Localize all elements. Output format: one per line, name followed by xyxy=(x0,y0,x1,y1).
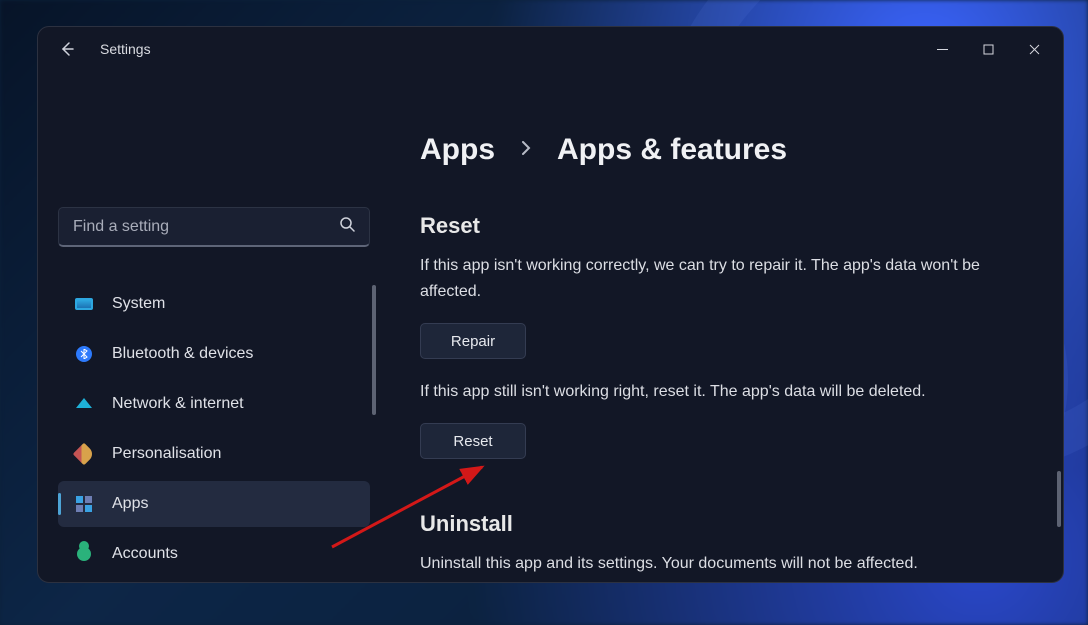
reset-description: If this app still isn't working right, r… xyxy=(420,379,980,405)
sidebar-item-personalisation[interactable]: Personalisation xyxy=(58,431,370,477)
breadcrumb: Apps Apps & features xyxy=(420,133,1013,167)
maximize-icon xyxy=(983,44,994,55)
sidebar-scrollbar[interactable] xyxy=(372,285,376,415)
sidebar-item-network[interactable]: Network & internet xyxy=(58,381,370,427)
uninstall-description: Uninstall this app and its settings. You… xyxy=(420,551,980,577)
repair-description: If this app isn't working correctly, we … xyxy=(420,253,980,305)
sidebar-item-label: Bluetooth & devices xyxy=(112,345,253,363)
brush-icon xyxy=(74,444,94,464)
window-controls xyxy=(919,34,1057,64)
uninstall-section-title: Uninstall xyxy=(420,511,1013,537)
wifi-icon xyxy=(74,394,94,414)
repair-button[interactable]: Repair xyxy=(420,323,526,359)
breadcrumb-apps[interactable]: Apps xyxy=(420,133,495,167)
search-box[interactable] xyxy=(58,207,370,247)
reset-section-title: Reset xyxy=(420,213,1013,239)
close-icon xyxy=(1029,44,1040,55)
sidebar-item-label: Personalisation xyxy=(112,445,221,463)
sidebar-item-bluetooth[interactable]: Bluetooth & devices xyxy=(58,331,370,377)
breadcrumb-apps-features[interactable]: Apps & features xyxy=(557,133,787,167)
nav-list: System Bluetooth & devices Network & int… xyxy=(58,281,370,581)
system-icon xyxy=(74,294,94,314)
back-button[interactable] xyxy=(52,34,82,64)
main-content: Apps Apps & features Reset If this app i… xyxy=(390,71,1063,582)
sidebar-item-apps[interactable]: Apps xyxy=(58,481,370,527)
app-title: Settings xyxy=(100,41,151,57)
minimize-button[interactable] xyxy=(919,34,965,64)
titlebar: Settings xyxy=(38,27,1063,71)
sidebar: System Bluetooth & devices Network & int… xyxy=(38,71,390,582)
search-icon xyxy=(339,216,355,237)
sidebar-item-accounts[interactable]: Accounts xyxy=(58,531,370,577)
maximize-button[interactable] xyxy=(965,34,1011,64)
reset-button[interactable]: Reset xyxy=(420,423,526,459)
settings-window: Settings xyxy=(37,26,1064,583)
sidebar-item-label: System xyxy=(112,295,165,313)
back-arrow-icon xyxy=(59,41,75,57)
sidebar-item-label: Accounts xyxy=(112,545,178,563)
content-scrollbar[interactable] xyxy=(1057,471,1061,527)
sidebar-item-system[interactable]: System xyxy=(58,281,370,327)
close-button[interactable] xyxy=(1011,34,1057,64)
bluetooth-icon xyxy=(74,344,94,364)
account-icon xyxy=(74,544,94,564)
chevron-right-icon xyxy=(519,141,533,160)
minimize-icon xyxy=(937,44,948,55)
apps-icon xyxy=(74,494,94,514)
sidebar-item-label: Network & internet xyxy=(112,395,244,413)
search-input[interactable] xyxy=(73,218,339,236)
sidebar-item-label: Apps xyxy=(112,495,148,513)
